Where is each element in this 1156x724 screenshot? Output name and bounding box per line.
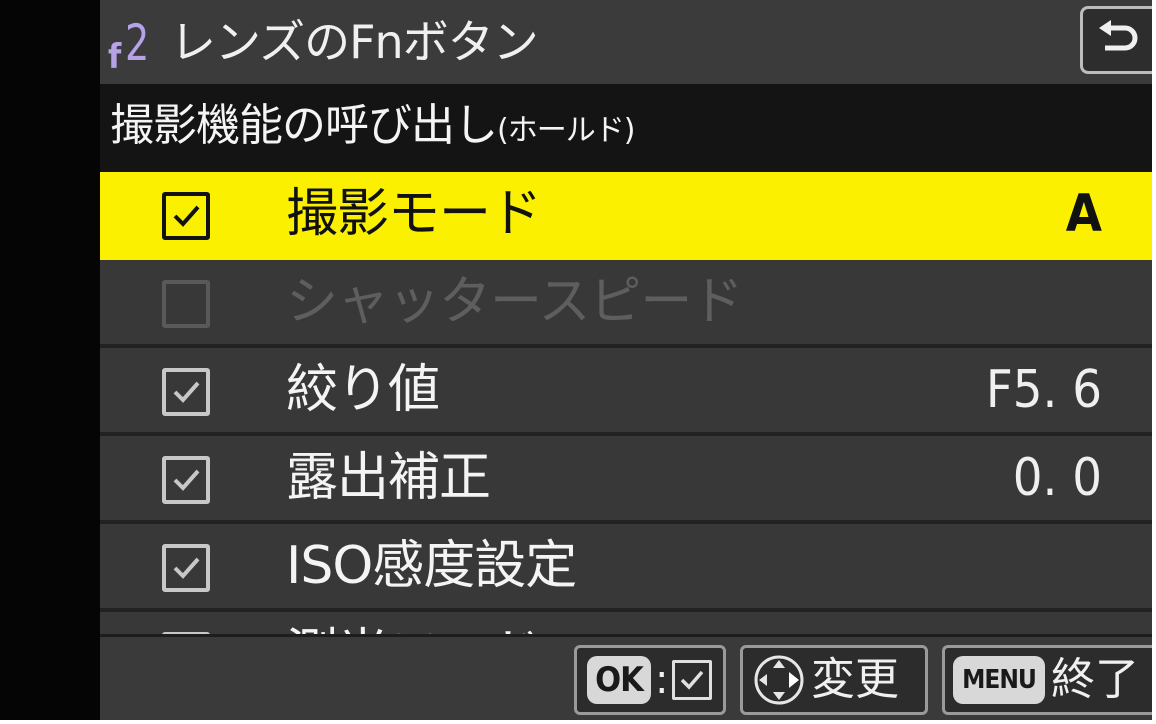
item-label: シャッタースピード <box>286 272 743 332</box>
menu-code-number: 2 <box>125 14 150 72</box>
exit-label: 終了 <box>1051 654 1139 705</box>
checkbox-checked-icon[interactable] <box>162 456 210 504</box>
list-item[interactable]: 露出補正 0. 0 <box>100 436 1152 524</box>
menu-key-label: MENU <box>953 656 1045 704</box>
section-title-suffix: (ホールド) <box>497 113 635 148</box>
list-item: シャッタースピード <box>100 260 1152 348</box>
page-title: レンズのFnボタン <box>170 15 539 69</box>
ok-separator: : <box>655 657 669 703</box>
list-item[interactable]: 測光モード <box>100 612 1152 634</box>
checkbox-checked-icon[interactable] <box>162 192 210 240</box>
menu-code-letter: f <box>108 37 122 77</box>
option-list: 撮影モード A シャッタースピード絞り値 F5. 6 露出補正 0. 0 ISO感度設定測光… <box>100 172 1152 634</box>
item-label: 撮影モード <box>286 184 542 244</box>
ok-key-label: OK <box>587 656 651 704</box>
camera-screen: f 2 レンズのFnボタン 撮影機能の呼び出し(ホールド) 撮影モード A シャッタ… <box>0 0 1152 720</box>
section-title-main: 撮影機能の呼び出し <box>110 100 498 151</box>
checkbox-checked-icon[interactable] <box>162 368 210 416</box>
menu-code: f 2 <box>108 14 154 74</box>
item-label: 測光モード <box>286 622 542 634</box>
menu-panel: f 2 レンズのFnボタン 撮影機能の呼び出し(ホールド) 撮影モード A シャッタ… <box>100 0 1152 720</box>
item-value: A <box>1065 184 1102 244</box>
footer-bar: OK : 変更 MENU 終了 <box>100 634 1152 720</box>
section-title: 撮影機能の呼び出し(ホールド) <box>110 96 635 161</box>
item-value: 0. 0 <box>1012 448 1102 508</box>
list-item[interactable]: 撮影モード A <box>100 172 1152 260</box>
checkbox-empty-icon <box>162 280 210 328</box>
list-item[interactable]: ISO感度設定 <box>100 524 1152 612</box>
ok-toggle-button[interactable]: OK : <box>574 645 726 715</box>
back-button[interactable] <box>1080 6 1152 74</box>
left-margin <box>0 0 100 720</box>
item-label: ISO感度設定 <box>286 536 577 596</box>
header-bar: f 2 レンズのFnボタン <box>100 0 1152 84</box>
change-label: 変更 <box>811 654 899 705</box>
checkbox-icon <box>672 660 713 700</box>
item-label: 露出補正 <box>286 448 491 508</box>
checkbox-checked-icon[interactable] <box>162 544 210 592</box>
change-button[interactable]: 変更 <box>740 645 928 715</box>
item-value: F5. 6 <box>985 360 1102 420</box>
return-arrow-icon <box>1098 20 1137 51</box>
section-header: 撮影機能の呼び出し(ホールド) <box>100 84 1152 172</box>
list-item[interactable]: 絞り値 F5. 6 <box>100 348 1152 436</box>
multi-selector-icon <box>754 655 804 705</box>
item-label: 絞り値 <box>286 360 440 420</box>
menu-exit-button[interactable]: MENU 終了 <box>942 645 1152 715</box>
